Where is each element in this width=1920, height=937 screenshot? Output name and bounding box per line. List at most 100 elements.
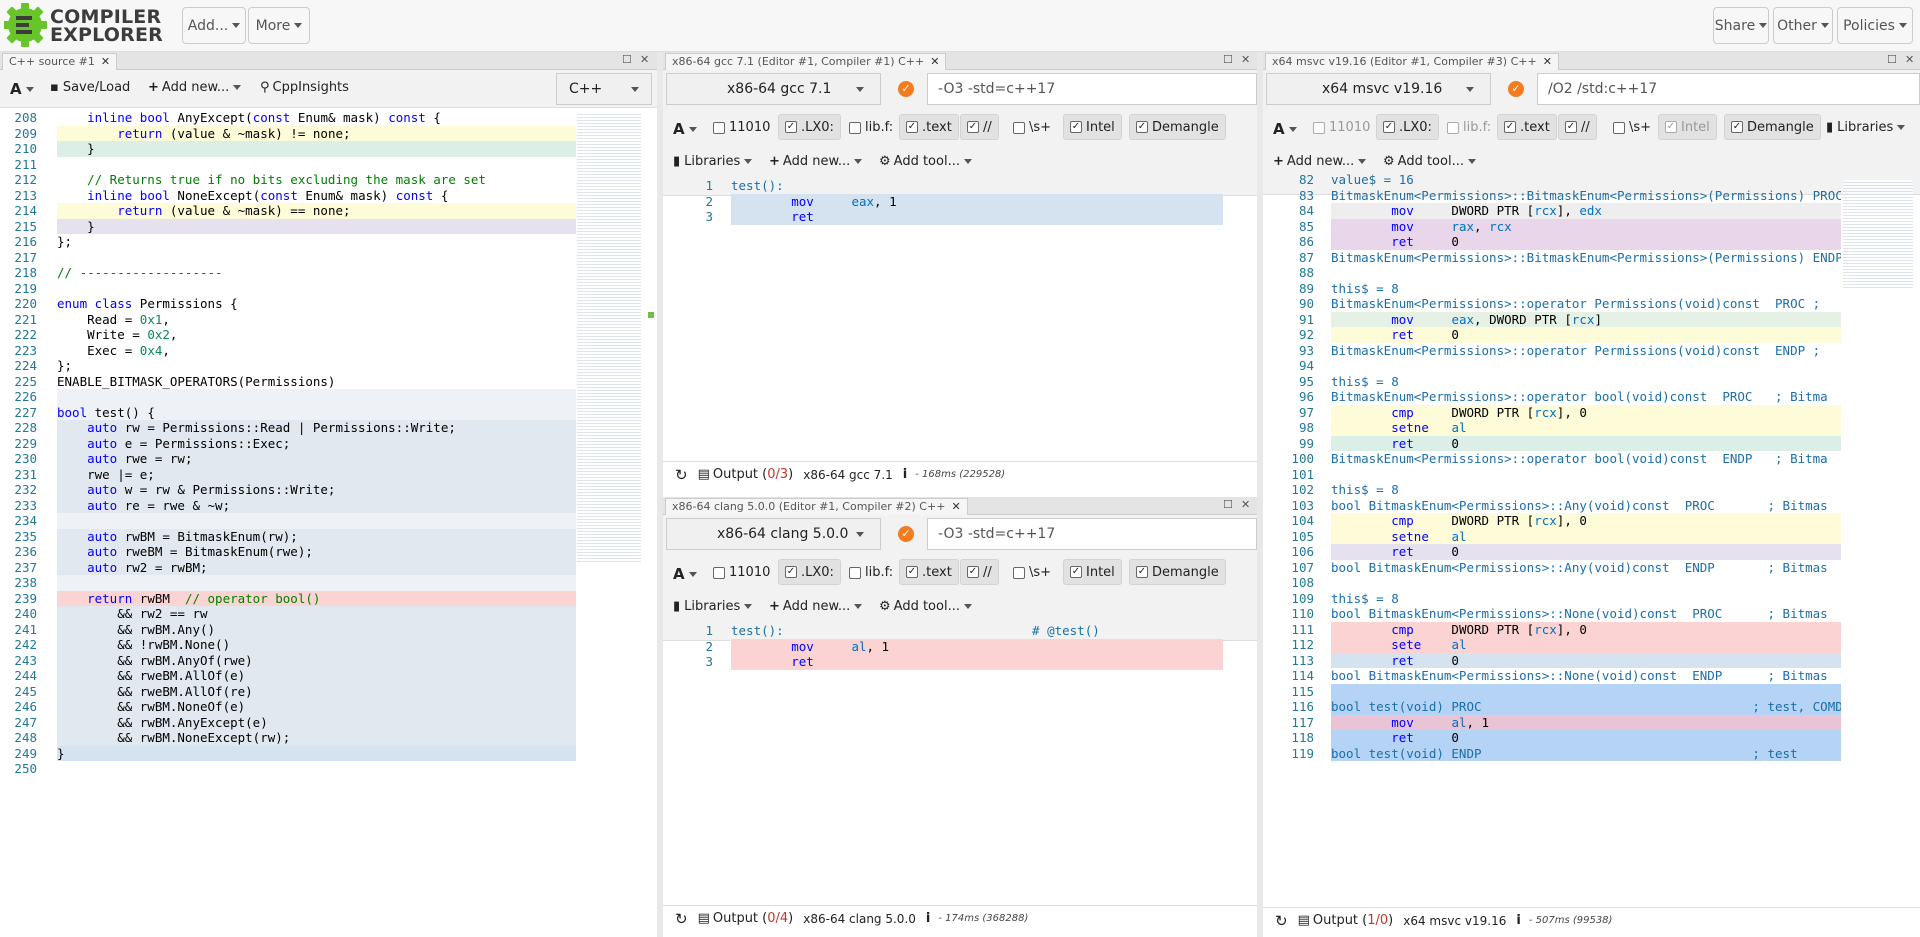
filter-directives[interactable]: ✓ .text [899, 114, 959, 140]
code-line: 235 auto rwBM = BitmaskEnum(rw); [0, 528, 576, 544]
policies-menu-button[interactable]: Policies [1837, 7, 1913, 44]
filter-library-functions[interactable]: lib.f: [1447, 120, 1491, 135]
cppinsights-label: CppInsights [272, 80, 349, 95]
add-new-button[interactable]: + Add new... [148, 80, 242, 95]
maximize-icon[interactable]: ☐ [1887, 53, 1897, 66]
filter-demangle[interactable]: ✓ Demangle [1129, 559, 1226, 585]
filter-whitespace[interactable]: \s+ [1613, 120, 1651, 135]
filter-labels[interactable]: ✓ .LX0: [1376, 114, 1439, 140]
source-minimap[interactable] [577, 112, 641, 562]
plus-icon: + [148, 80, 159, 95]
add-new-button[interactable]: + Add new... [769, 599, 863, 614]
refresh-icon[interactable]: ↻ [675, 466, 688, 484]
gcc-compiler-select[interactable]: x86-64 gcc 7.1 [666, 73, 881, 105]
filter-whitespace[interactable]: \s+ [1013, 120, 1051, 135]
language-select[interactable]: C++ [556, 73, 652, 105]
maximize-icon[interactable]: ☐ [622, 53, 632, 66]
msvc-tab[interactable]: x64 msvc v19.16 (Editor #1, Compiler #3)… [1265, 53, 1559, 70]
clang-tab[interactable]: x86-64 clang 5.0.0 (Editor #1, Compiler … [665, 498, 968, 515]
output-button[interactable]: ▤ Output (0/4) [698, 911, 794, 926]
close-icon[interactable]: ✕ [101, 55, 110, 68]
add-new-button[interactable]: + Add new... [1273, 154, 1367, 169]
code-line: 225 ENABLE_BITMASK_OPERATORS(Permissions) [0, 374, 576, 390]
source-code-area[interactable]: 208 inline bool AnyExcept(const Enum& ma… [0, 110, 576, 937]
more-menu-button[interactable]: More [248, 7, 310, 44]
filter-directives[interactable]: ✓ .text [1497, 114, 1557, 140]
filter-labels[interactable]: ✓ .LX0: [778, 559, 841, 585]
gcc-tab[interactable]: x86-64 gcc 7.1 (Editor #1, Compiler #1) … [665, 53, 947, 70]
libraries-button[interactable]: ▮ Libraries [1826, 120, 1906, 135]
font-size-button[interactable]: A [673, 120, 697, 138]
output-button[interactable]: ▤ Output (1/0) [1298, 913, 1394, 928]
filter-binary[interactable]: 11010 [713, 120, 770, 135]
line-number: 216 [14, 234, 37, 249]
close-pane-icon[interactable]: ✕ [640, 53, 649, 66]
refresh-icon[interactable]: ↻ [675, 910, 688, 928]
filter-intel[interactable]: ✓ Intel [1063, 559, 1122, 585]
output-button[interactable]: ▤ Output (0/3) [698, 467, 794, 482]
filter-library-functions[interactable]: lib.f: [849, 120, 893, 135]
close-pane-icon[interactable]: ✕ [1241, 53, 1250, 66]
share-menu-button[interactable]: Share [1713, 7, 1769, 44]
filter-binary[interactable]: 11010 [1313, 120, 1370, 135]
filter-whitespace[interactable]: \s+ [1013, 565, 1051, 580]
scroll-marker [648, 312, 654, 318]
clang-asm-output[interactable]: 1 test(): # @test() 2 mov al, 13 ret [663, 623, 1223, 903]
filter-label: 11010 [729, 565, 771, 580]
code-line: 107 bool BitmaskEnum<Permissions>::Any(vo… [1263, 560, 1841, 576]
info-icon[interactable]: i [926, 911, 930, 926]
add-tool-button[interactable]: ⚙ Add tool... [879, 154, 972, 169]
cppinsights-button[interactable]: ⚲ CppInsights [260, 80, 349, 95]
add-tool-button[interactable]: ⚙ Add tool... [879, 599, 972, 614]
compiler-explorer-logo[interactable]: COMPILER EXPLORER [3, 2, 164, 48]
gcc-options-input[interactable]: -O3 -std=c++17 [927, 73, 1257, 105]
filter-directives[interactable]: ✓ .text [899, 559, 959, 585]
line-number: 214 [14, 203, 37, 218]
msvc-asm-output[interactable]: 82 value$ = 16 83 BitmaskEnum<Permissions>:… [1263, 172, 1841, 937]
filter-library-functions[interactable]: lib.f: [849, 565, 893, 580]
msvc-options-input[interactable]: /O2 /std:c++17 [1537, 73, 1920, 105]
maximize-icon[interactable]: ☐ [1223, 53, 1233, 66]
filter-intel[interactable]: ✓ Intel [1658, 114, 1717, 140]
clang-options-input[interactable]: -O3 -std=c++17 [927, 518, 1257, 550]
code-line: 85 mov rax, rcx [1263, 218, 1841, 234]
libraries-button[interactable]: ▮ Libraries [673, 154, 753, 169]
msvc-compiler-select[interactable]: x64 msvc v19.16 [1266, 73, 1491, 105]
clang-options-value: -O3 -std=c++17 [938, 526, 1056, 542]
refresh-icon[interactable]: ↻ [1275, 912, 1288, 930]
add-new-button[interactable]: + Add new... [769, 154, 863, 169]
code-line: 105 setne al [1263, 528, 1841, 544]
close-pane-icon[interactable]: ✕ [1905, 53, 1914, 66]
filter-comments[interactable]: ✓ // [1558, 114, 1597, 140]
font-size-button[interactable]: A [1273, 120, 1297, 138]
maximize-icon[interactable]: ☐ [1223, 498, 1233, 511]
filter-demangle[interactable]: ✓ Demangle [1724, 114, 1821, 140]
msvc-minimap[interactable] [1843, 180, 1913, 290]
close-icon[interactable]: ✕ [951, 500, 960, 513]
line-number: 95 [1298, 373, 1314, 389]
clang-compiler-select[interactable]: x86-64 clang 5.0.0 [666, 518, 881, 550]
gcc-asm-output[interactable]: 1 test(): 2 mov eax, 13 ret [663, 178, 1223, 458]
output-label-close: ) [1388, 913, 1394, 928]
close-icon[interactable]: ✕ [930, 55, 939, 68]
filter-intel[interactable]: ✓ Intel [1063, 114, 1122, 140]
font-size-button[interactable]: A [10, 80, 34, 98]
close-pane-icon[interactable]: ✕ [1241, 498, 1250, 511]
add-tool-button[interactable]: ⚙ Add tool... [1383, 154, 1476, 169]
close-icon[interactable]: ✕ [1543, 55, 1552, 68]
filter-binary[interactable]: 11010 [713, 565, 770, 580]
add-menu-button[interactable]: Add... [182, 7, 246, 44]
filter-labels[interactable]: ✓ .LX0: [778, 114, 841, 140]
info-icon[interactable]: i [903, 467, 907, 482]
font-size-button[interactable]: A [673, 565, 697, 583]
output-count: 1/0 [1367, 913, 1389, 928]
other-menu-button[interactable]: Other [1773, 7, 1833, 44]
filter-comments[interactable]: ✓ // [960, 559, 999, 585]
save-load-button[interactable]: ▪ Save/Load [50, 80, 130, 95]
filter-demangle[interactable]: ✓ Demangle [1129, 114, 1226, 140]
info-icon[interactable]: i [1516, 913, 1520, 928]
filter-comments[interactable]: ✓ // [960, 114, 999, 140]
source-tab[interactable]: C++ source #1 ✕ [2, 53, 118, 70]
libraries-button[interactable]: ▮ Libraries [673, 599, 753, 614]
filter-label: Demangle [1747, 119, 1814, 135]
